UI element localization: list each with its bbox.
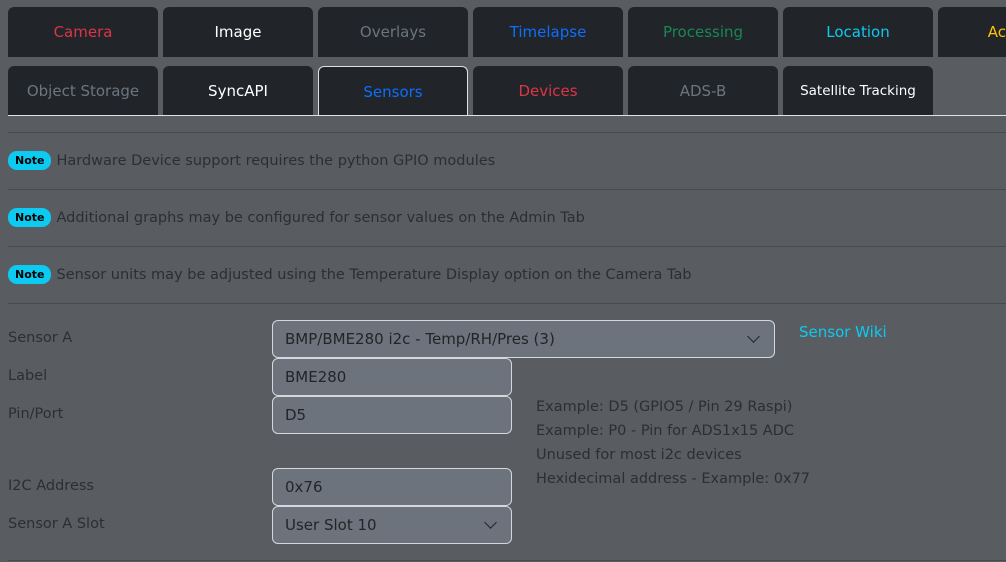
tab-image[interactable]: Image	[163, 7, 313, 57]
slot-select-value: User Slot 10	[285, 516, 377, 534]
tab-camera[interactable]: Camera	[8, 7, 158, 57]
divider	[8, 189, 1006, 190]
tab-ac[interactable]: Ac	[938, 7, 1006, 57]
slot-label: Sensor A Slot	[8, 516, 105, 532]
help-text: Unused for most i2c devices	[536, 447, 742, 463]
label-label: Label	[8, 368, 48, 384]
tab-processing[interactable]: Processing	[628, 7, 778, 57]
divider	[8, 132, 1006, 133]
help-text: Example: P0 - Pin for ADS1x15 ADC	[536, 423, 794, 439]
divider	[8, 303, 1006, 304]
sensor-wiki-link[interactable]: Sensor Wiki	[799, 323, 887, 341]
i2c-label: I2C Address	[8, 478, 94, 494]
tab-syncapi[interactable]: SyncAPI	[163, 66, 313, 116]
note-text: Additional graphs may be configured for …	[56, 209, 585, 226]
divider	[8, 246, 1006, 247]
tab-sensors[interactable]: Sensors	[318, 66, 468, 116]
pin-input[interactable]: D5	[272, 396, 512, 434]
tab-divider	[8, 115, 1006, 116]
note-text: Hardware Device support requires the pyt…	[56, 152, 496, 169]
label-input[interactable]: BME280	[272, 358, 512, 396]
i2c-address-input[interactable]: 0x76	[272, 468, 512, 506]
note-text: Sensor units may be adjusted using the T…	[56, 266, 692, 283]
chevron-down-icon	[484, 516, 497, 529]
sensor-select[interactable]: BMP/BME280 i2c - Temp/RH/Pres (3)	[272, 320, 775, 358]
tab-satellite-tracking[interactable]: Satellite Tracking	[783, 66, 933, 116]
note-badge: Note	[8, 151, 52, 170]
note-3: Note Sensor units may be adjusted using t…	[8, 265, 692, 284]
tab-timelapse[interactable]: Timelapse	[473, 7, 623, 57]
divider	[8, 560, 1006, 561]
note-badge: Note	[8, 265, 52, 284]
tab-devices[interactable]: Devices	[473, 66, 623, 116]
tab-location[interactable]: Location	[783, 7, 933, 57]
sensor-label: Sensor A	[8, 330, 73, 346]
tab-ads-b[interactable]: ADS-B	[628, 66, 778, 116]
chevron-down-icon	[747, 330, 760, 343]
help-text: Hexidecimal address - Example: 0x77	[536, 471, 811, 487]
slot-select[interactable]: User Slot 10	[272, 506, 512, 544]
sensor-select-value: BMP/BME280 i2c - Temp/RH/Pres (3)	[285, 330, 555, 348]
note-1: Note Hardware Device support requires the…	[8, 151, 495, 170]
help-text: Example: D5 (GPIO5 / Pin 29 Raspi)	[536, 399, 793, 415]
pin-label: Pin/Port	[8, 406, 64, 422]
tab-object-storage[interactable]: Object Storage	[8, 66, 158, 116]
note-2: Note Additional graphs may be configured …	[8, 208, 585, 227]
note-badge: Note	[8, 208, 52, 227]
tab-overlays[interactable]: Overlays	[318, 7, 468, 57]
